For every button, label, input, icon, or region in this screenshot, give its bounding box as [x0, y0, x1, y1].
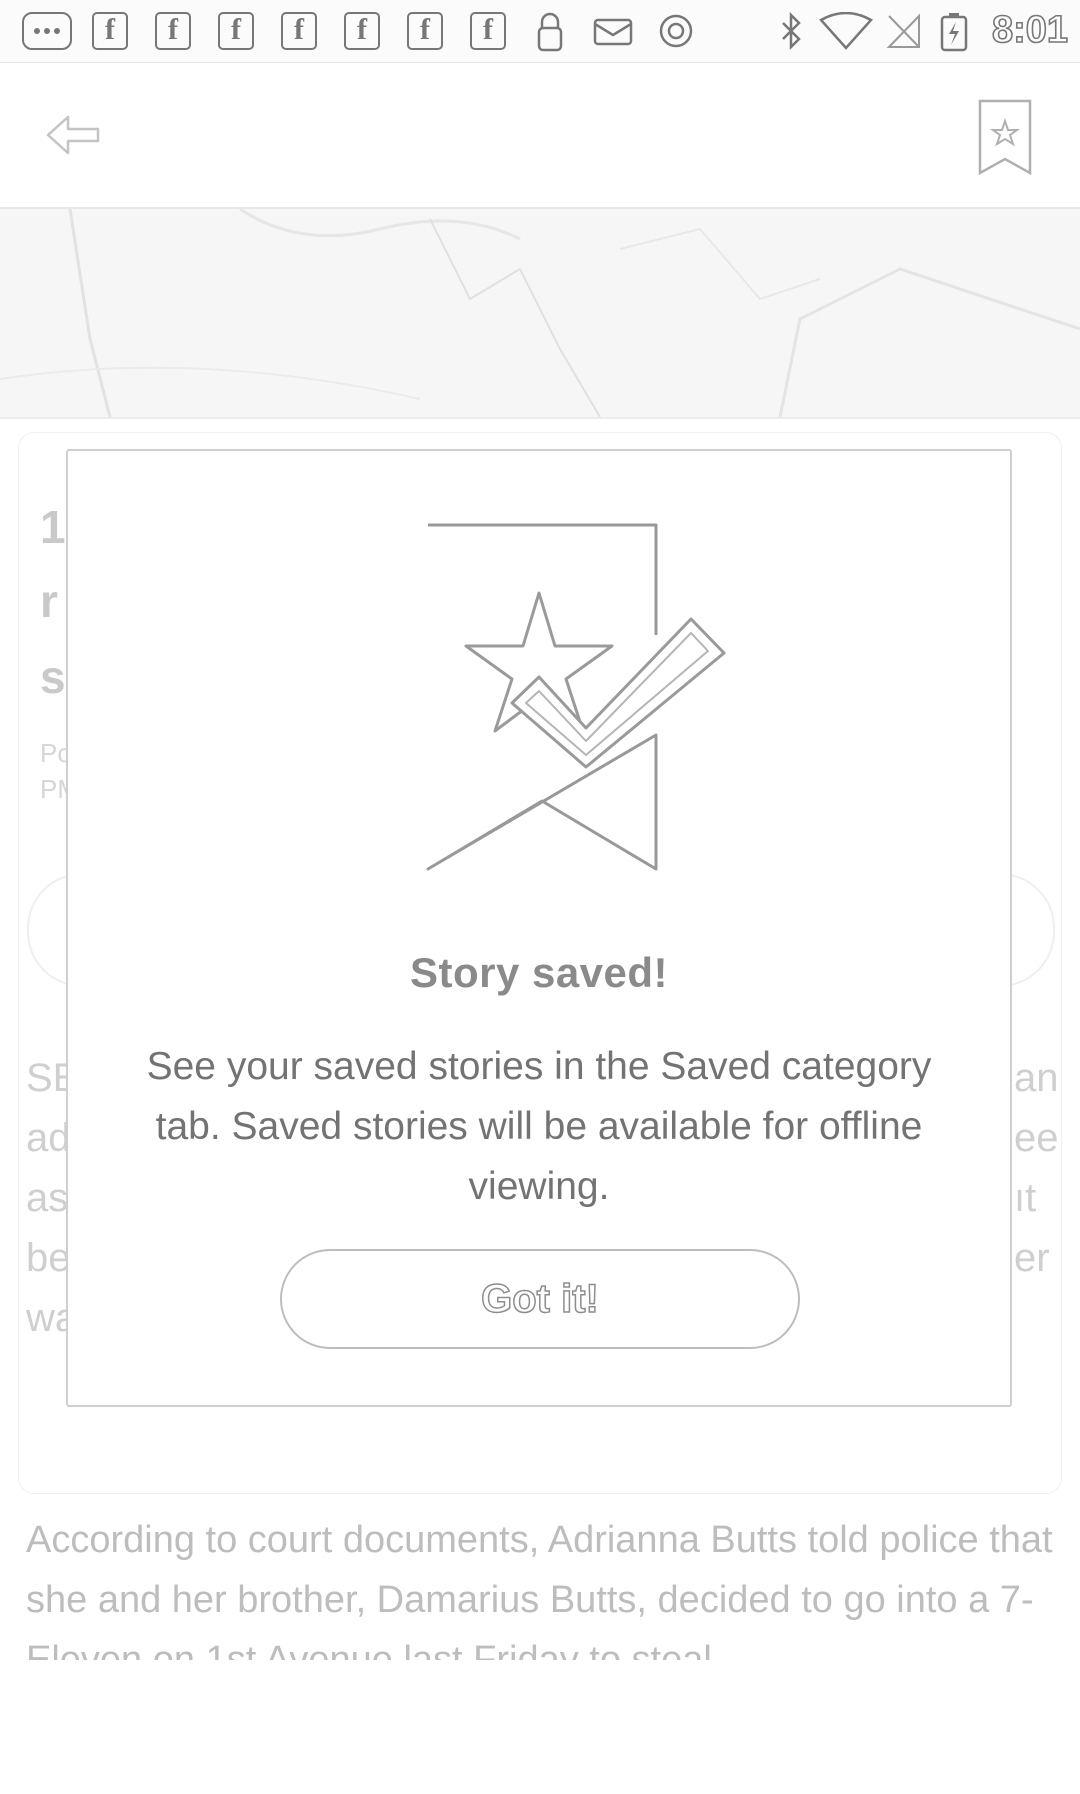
- status-bar: f f f f f f f 8:01: [0, 0, 1080, 63]
- more-notifications-icon: [22, 12, 72, 50]
- app-bar: [0, 63, 1080, 209]
- body-fragment-left: ad: [26, 1116, 71, 1160]
- body-fragment-left: as: [26, 1176, 69, 1220]
- hero-image: [0, 209, 1080, 419]
- body-fragment-right: ıt: [1014, 1176, 1037, 1220]
- battery-charging-icon: [938, 12, 970, 52]
- bookmark-star-icon[interactable]: [978, 99, 1032, 176]
- body-fragment-left: be: [26, 1236, 71, 1280]
- mail-icon: [592, 12, 634, 50]
- facebook-icon: f: [344, 12, 380, 50]
- headline-fragment: r: [40, 575, 58, 627]
- circle-notification-icon: [656, 12, 696, 50]
- bookmark-star-check-icon: [426, 523, 746, 879]
- bluetooth-icon: [776, 11, 806, 51]
- facebook-icon: f: [281, 12, 317, 50]
- facebook-icon: f: [218, 12, 254, 50]
- facebook-icon: f: [155, 12, 191, 50]
- facebook-icon: f: [470, 12, 506, 50]
- headline-fragment: s: [40, 651, 66, 703]
- no-sim-icon: [884, 12, 924, 50]
- back-arrow-icon[interactable]: [44, 107, 104, 163]
- body-fragment-right: ee: [1014, 1116, 1059, 1160]
- lock-icon: [534, 12, 566, 52]
- facebook-icon: f: [92, 12, 128, 50]
- body-fragment-right: an: [1014, 1056, 1059, 1100]
- status-time: 8:01: [991, 9, 1069, 51]
- headline-fragment: 1: [40, 501, 66, 553]
- body-fragment-right: er: [1014, 1236, 1050, 1280]
- dialog-title: Story saved!: [409, 949, 669, 996]
- wifi-icon: [818, 11, 874, 50]
- story-saved-dialog: Story saved! See your saved stories in t…: [66, 449, 1012, 1407]
- got-it-button[interactable]: Got it!: [280, 1249, 800, 1349]
- facebook-icon: f: [407, 12, 443, 50]
- dialog-message: See your saved stories in the Saved cate…: [146, 1045, 932, 1208]
- article-paragraph: According to court documents, Adrianna B…: [26, 1519, 1053, 1660]
